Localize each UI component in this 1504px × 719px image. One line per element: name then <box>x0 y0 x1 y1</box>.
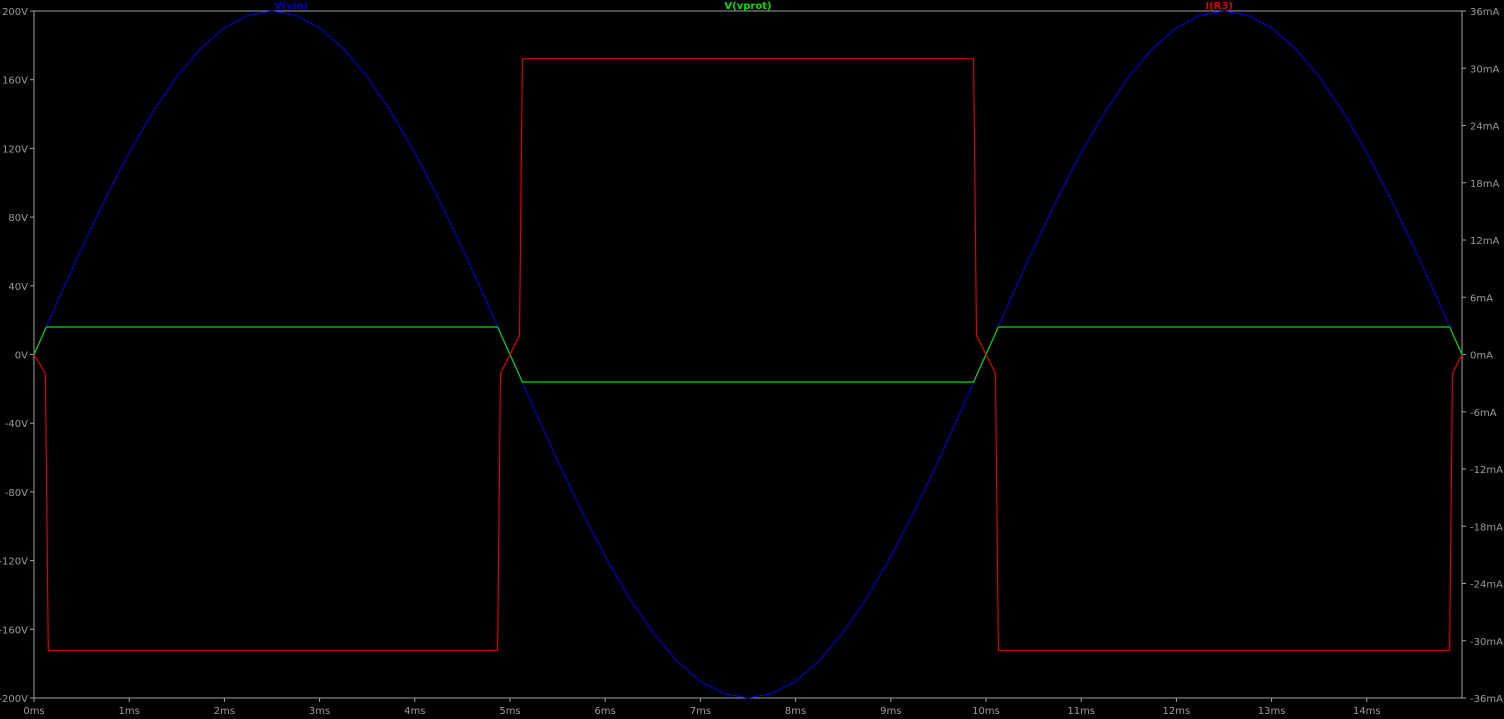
trace-label-i-r3[interactable]: I(R3) <box>1205 1 1233 12</box>
right-y-tick-label: 12mA <box>1470 236 1499 247</box>
right-y-tick-label: 18mA <box>1470 179 1499 190</box>
right-y-tick-label: -18mA <box>1470 522 1503 533</box>
x-tick-label: 6ms <box>595 706 616 717</box>
trace-label-v-vin[interactable]: V(vin) <box>274 1 308 12</box>
x-tick-label: 13ms <box>1258 706 1286 717</box>
left-y-tick-label: 200V <box>2 7 28 18</box>
x-tick-label: 8ms <box>785 706 806 717</box>
left-y-tick-label: 80V <box>8 213 28 224</box>
x-tick-label: 2ms <box>214 706 235 717</box>
left-y-tick-label: 120V <box>2 144 28 155</box>
left-y-tick-label: -80V <box>5 488 28 499</box>
left-y-tick-label: 160V <box>2 76 28 87</box>
x-tick-label: 5ms <box>499 706 520 717</box>
plot-background <box>0 0 1504 719</box>
x-tick-label: 10ms <box>972 706 1000 717</box>
waveform-plot[interactable]: 0ms 1ms 2ms 3ms 4ms 5ms 6ms 7ms 8ms 9ms 10ms 11ms 12… <box>0 0 1504 719</box>
trace-label-v-vprot[interactable]: V(vprot) <box>724 1 771 12</box>
right-y-tick-label: 36mA <box>1470 7 1499 18</box>
right-y-tick-label: -36mA <box>1470 694 1503 705</box>
x-tick-label: 14ms <box>1353 706 1381 717</box>
x-tick-label: 12ms <box>1163 706 1191 717</box>
left-y-tick-label: -160V <box>0 625 28 636</box>
right-y-tick-label: 0mA <box>1470 351 1493 362</box>
x-tick-label: 9ms <box>880 706 901 717</box>
x-tick-label: 3ms <box>309 706 330 717</box>
left-y-tick-label: -120V <box>0 557 28 568</box>
left-y-tick-label: 0V <box>15 351 28 362</box>
x-tick-label: 1ms <box>119 706 140 717</box>
x-tick-label: 4ms <box>404 706 425 717</box>
x-tick-label: 11ms <box>1067 706 1095 717</box>
right-y-tick-label: 24mA <box>1470 122 1499 133</box>
right-y-tick-label: -24mA <box>1470 580 1503 591</box>
right-y-tick-label: -30mA <box>1470 637 1503 648</box>
right-y-tick-label: -12mA <box>1470 465 1503 476</box>
right-y-tick-label: 30mA <box>1470 64 1499 75</box>
right-y-tick-label: -6mA <box>1470 408 1497 419</box>
left-y-tick-label: 40V <box>8 282 28 293</box>
left-y-tick-label: -200V <box>0 694 28 705</box>
x-tick-label: 7ms <box>690 706 711 717</box>
x-tick-label: 0ms <box>23 706 44 717</box>
left-y-tick-label: -40V <box>5 419 28 430</box>
right-y-tick-label: 6mA <box>1470 293 1493 304</box>
